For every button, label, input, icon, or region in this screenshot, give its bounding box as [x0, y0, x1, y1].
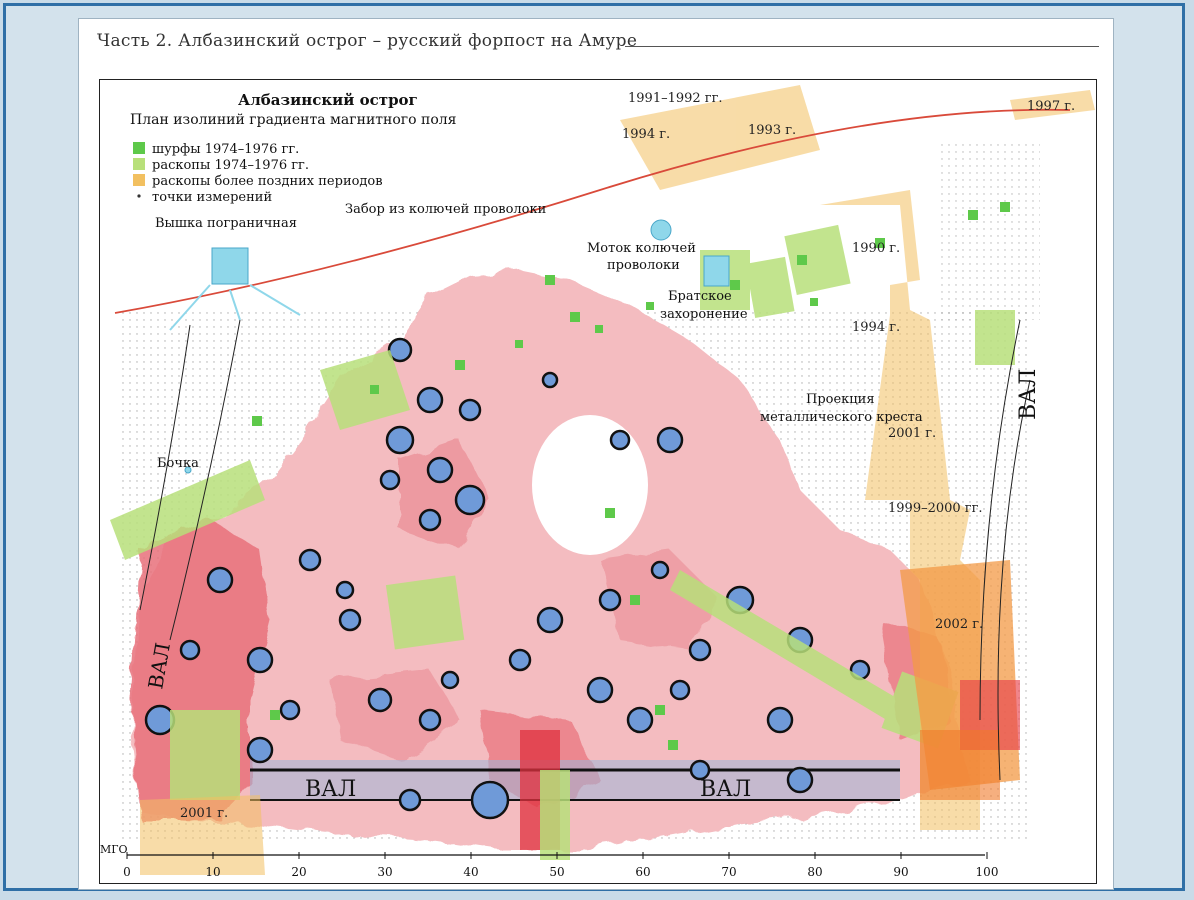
- x-tick-label: 30: [377, 865, 392, 879]
- map-title: Албазинский острог: [238, 91, 418, 109]
- border-tower-marker: [211, 247, 249, 285]
- legend-swatch: [133, 174, 145, 186]
- legend-label: точки измерений: [152, 190, 272, 205]
- label-grave-2: захоронение: [660, 307, 748, 322]
- label-grave: Братское: [668, 289, 732, 304]
- label-val-bottom-b: ВАЛ: [700, 777, 751, 802]
- legend-label: раскопы более поздних периодов: [152, 174, 383, 189]
- x-tick-label: 20: [291, 865, 306, 879]
- legend-swatch: [133, 158, 145, 170]
- label-wire-coil-2: проволоки: [607, 258, 680, 273]
- x-tick-label: 50: [549, 865, 564, 879]
- site-plan-map: 0 10 20 30 40 50 60 70 80 90 100 Албазинский остро…: [99, 79, 1097, 884]
- x-tick-label: 100: [976, 865, 999, 879]
- magnetic-gradient-map: 0 10 20 30 40 50 60 70 80 90 100 Албазинский остро…: [100, 85, 1095, 879]
- legend: шурфы 1974–1976 гг.раскопы 1974–1976 гг.…: [133, 142, 383, 205]
- page-frame: Часть 2. Албазинский острог – русский фо…: [3, 3, 1185, 891]
- label-mgo: МГО: [100, 843, 128, 856]
- label-val-east: ВАЛ: [1016, 369, 1041, 420]
- year-1993: 1993 г.: [748, 123, 796, 138]
- x-tick-label: 10: [205, 865, 220, 879]
- year-1994-right: 1994 г.: [852, 320, 900, 335]
- x-tick-label: 60: [635, 865, 650, 879]
- label-wire-coil: Моток колючей: [587, 241, 696, 256]
- year-1991-1992: 1991–1992 гг.: [628, 91, 723, 106]
- x-tick-label: 70: [721, 865, 736, 879]
- barbed-wire-fence: [114, 108, 1071, 314]
- year-1990: 1990 г.: [852, 241, 900, 256]
- legend-swatch: [133, 142, 145, 154]
- year-1997: 1997 г.: [1027, 99, 1075, 114]
- x-tick-label: 0: [123, 865, 131, 879]
- legend-label: раскопы 1974–1976 гг.: [152, 158, 309, 173]
- label-border-tower: Вышка пограничная: [155, 216, 297, 231]
- legend-swatch: [137, 194, 141, 198]
- label-cross: Проекция: [806, 392, 875, 407]
- year-1994-top: 1994 г.: [622, 127, 670, 142]
- x-tick-label: 90: [893, 865, 908, 879]
- x-tick-label: 80: [807, 865, 822, 879]
- label-barrel: Бочка: [157, 456, 199, 471]
- map-subtitle: План изолиний градиента магнитного поля: [130, 112, 457, 128]
- year-2002: 2002 г.: [935, 617, 983, 632]
- header-rule: [625, 46, 1099, 47]
- label-fence: Забор из колючей проволоки: [345, 202, 546, 217]
- measurement-points-ne: [940, 140, 1040, 320]
- grave-marker: [703, 255, 730, 287]
- running-title: Часть 2. Албазинский острог – русский фо…: [97, 31, 638, 51]
- unsurveyed-gap: [532, 415, 648, 555]
- x-tick-label: 40: [463, 865, 478, 879]
- label-cross-2: металлического креста: [760, 410, 923, 425]
- year-1999-2000: 1999–2000 гг.: [888, 501, 983, 516]
- wire-coil-marker: [650, 219, 672, 241]
- year-2001-right: 2001 г.: [888, 426, 936, 441]
- year-2001-left: 2001 г.: [180, 806, 228, 821]
- label-val-bottom-a: ВАЛ: [305, 777, 356, 802]
- legend-label: шурфы 1974–1976 гг.: [152, 142, 299, 157]
- book-page: Часть 2. Албазинский острог – русский фо…: [78, 18, 1114, 890]
